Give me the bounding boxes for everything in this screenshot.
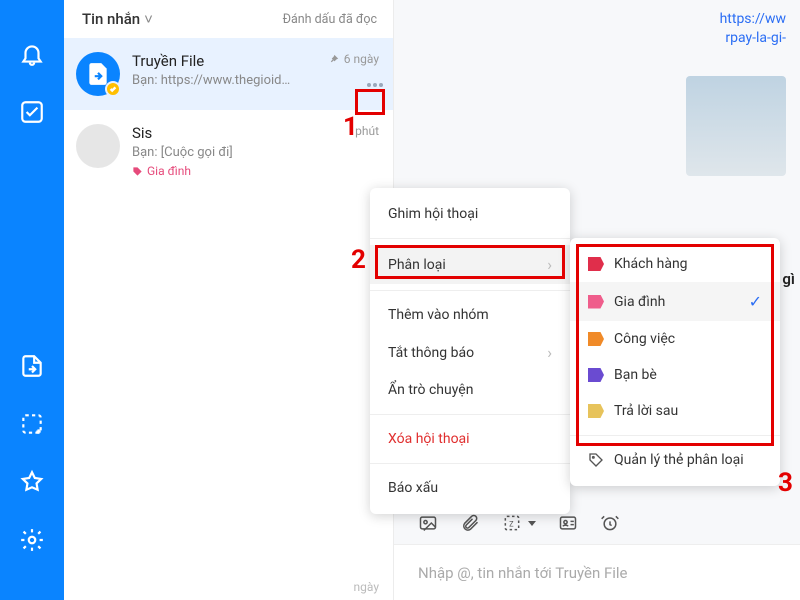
gear-icon[interactable] xyxy=(18,526,46,554)
context-menu: Ghim hội thoại Phân loại› Thêm vào nhóm … xyxy=(370,188,570,514)
menu-mute[interactable]: Tắt thông báo› xyxy=(370,333,570,372)
bell-icon[interactable] xyxy=(18,40,46,68)
menu-pin[interactable]: Ghim hội thoại xyxy=(370,196,570,232)
annotation-box xyxy=(576,244,774,446)
message-composer[interactable]: Nhập @, tin nhắn tới Truyền File xyxy=(394,544,800,600)
avatar-file-icon xyxy=(76,52,120,96)
more-menu-icon[interactable] xyxy=(367,83,383,87)
menu-delete[interactable]: Xóa hội thoại xyxy=(370,421,570,457)
manage-tags[interactable]: Quản lý thẻ phân loại xyxy=(570,442,780,478)
star-icon[interactable] xyxy=(18,468,46,496)
annotation-box xyxy=(375,245,565,279)
image-icon[interactable] xyxy=(418,513,438,533)
menu-add-group[interactable]: Thêm vào nhóm xyxy=(370,297,570,333)
chevron-down-icon[interactable] xyxy=(528,521,536,526)
checkbox-icon[interactable] xyxy=(18,98,46,126)
conversation-item[interactable]: Truyền File Bạn: https://www.thegioid… 6… xyxy=(64,38,393,110)
contact-card-icon[interactable] xyxy=(558,513,578,533)
conversation-list: Tin nhắn ˅ Đánh dấu đã đọc Truyền File B… xyxy=(64,0,394,600)
link-preview-image xyxy=(686,76,786,176)
chevron-down-icon: ˅ xyxy=(144,10,153,28)
mark-read-link[interactable]: Đánh dấu đã đọc xyxy=(283,12,377,27)
list-tab[interactable]: Tin nhắn ˅ xyxy=(82,10,153,28)
annotation-number: 2 xyxy=(351,245,366,275)
screenshot-icon[interactable]: Z xyxy=(502,513,522,533)
conversation-preview: Bạn: https://www.thegioid… xyxy=(132,73,381,88)
annotation-box xyxy=(355,89,385,115)
time-stub: ngày xyxy=(354,580,379,594)
conversation-preview: Bạn: [Cuộc gọi đi] xyxy=(132,145,381,160)
message-link[interactable]: https://wwrpay-la-gi- xyxy=(720,10,786,48)
left-rail xyxy=(0,0,64,600)
svg-text:Z: Z xyxy=(509,519,514,528)
conversation-time: 6 ngày xyxy=(329,52,379,66)
tag-icon xyxy=(588,452,604,468)
conversation-time: phút xyxy=(355,124,379,138)
pin-icon xyxy=(329,54,340,65)
file-export-icon[interactable] xyxy=(18,352,46,380)
conversation-tag: Gia đình xyxy=(132,164,191,178)
annotation-number: 1 xyxy=(343,112,358,142)
menu-hide[interactable]: Ẩn trò chuyện xyxy=(370,372,570,408)
alarm-icon[interactable] xyxy=(600,513,620,533)
verified-badge-icon xyxy=(105,81,121,97)
avatar-placeholder xyxy=(76,124,120,168)
annotation-number: 3 xyxy=(778,468,793,498)
attach-icon[interactable] xyxy=(460,513,480,533)
composer-placeholder: Nhập @, tin nhắn tới Truyền File xyxy=(418,564,628,582)
menu-report[interactable]: Báo xấu xyxy=(370,470,570,506)
chevron-right-icon: › xyxy=(547,343,552,362)
selection-add-icon[interactable] xyxy=(18,410,46,438)
